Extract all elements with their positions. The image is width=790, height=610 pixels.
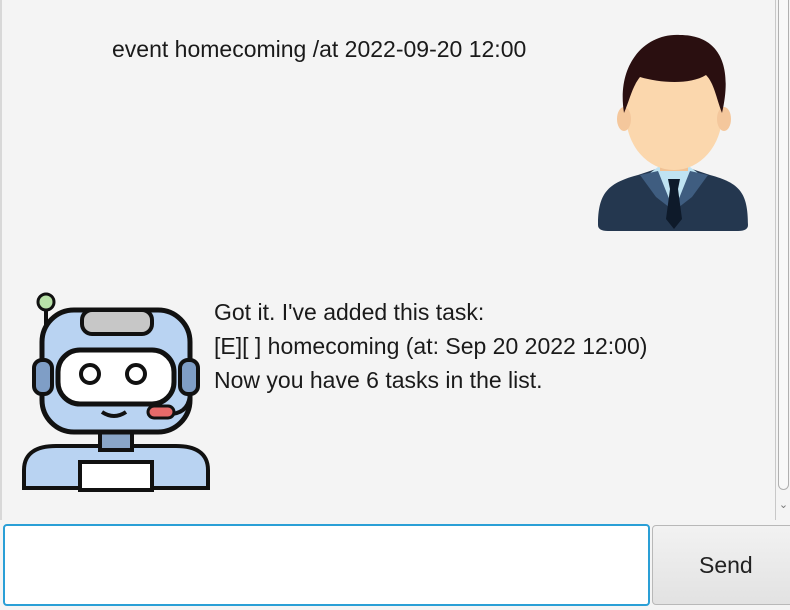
scroll-down-arrow-icon[interactable]: ⌄ xyxy=(776,498,790,512)
dialog-scroll-pane[interactable]: event homecoming /at 2022-09-20 12:00 Go… xyxy=(2,0,775,520)
message-input[interactable] xyxy=(3,524,650,606)
vertical-scrollbar[interactable]: ⌄ xyxy=(775,0,790,520)
bot-message-text: Got it. I've added this task: [E][ ] hom… xyxy=(214,299,648,393)
user-avatar-icon xyxy=(598,34,748,231)
scrollbar-thumb[interactable] xyxy=(778,0,789,490)
send-button[interactable]: Send xyxy=(652,525,790,605)
user-message-text: event homecoming /at 2022-09-20 12:00 xyxy=(112,36,527,62)
robot-avatar-icon xyxy=(22,292,210,492)
